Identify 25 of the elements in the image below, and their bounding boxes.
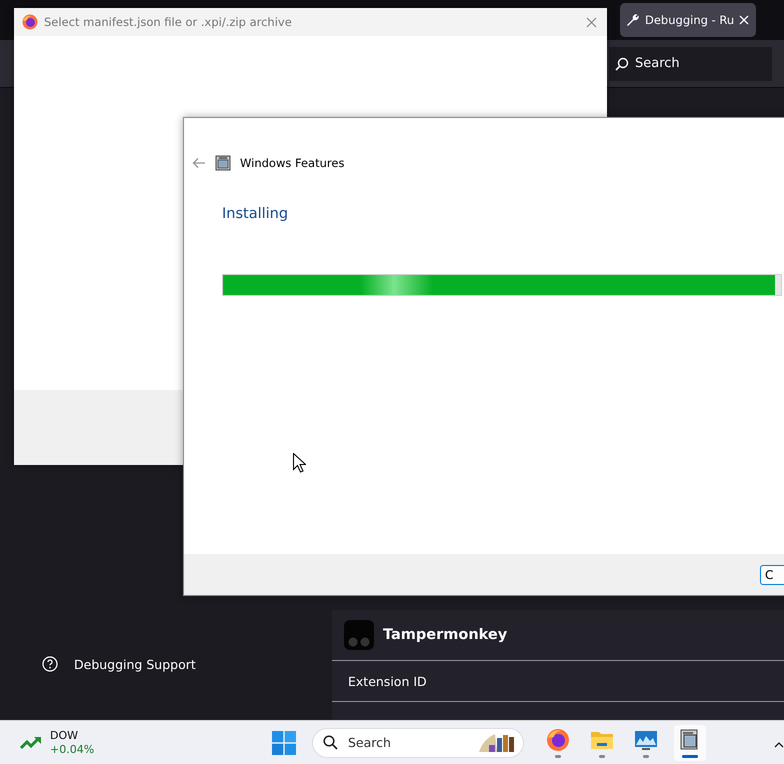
stock-widget[interactable]: DOW +0.04% [20,728,270,756]
search-field[interactable]: Search [312,728,524,758]
window-features-icon [215,155,231,171]
trend-up-icon [20,736,42,750]
browser-tab[interactable]: Debugging - Ru [620,3,756,37]
cancel-button[interactable]: C [760,564,784,584]
back-arrow-icon[interactable] [192,157,206,169]
search-field[interactable]: Search [609,46,772,80]
field-label: Extension ID [348,674,427,688]
search-icon [323,735,338,750]
sidebar-item[interactable]: Debugging Support [42,656,320,672]
chevron-up-icon[interactable] [774,742,784,748]
window-title: Select manifest.json file or .xpi/.zip archive [44,15,293,29]
window-features-taskbar-button[interactable] [674,724,706,760]
browser-logo-icon [546,728,570,752]
window-title: Windows Features [240,156,344,170]
search-icon [615,56,629,70]
help-icon [42,656,58,672]
cursor-icon [293,453,306,473]
status-heading: Installing [222,206,290,224]
extension-icon [344,620,374,650]
start-icon[interactable] [272,730,296,754]
wrench-icon [626,13,640,27]
browser-logo-icon [22,14,38,30]
extension-name: Tampermonkey [383,627,508,643]
